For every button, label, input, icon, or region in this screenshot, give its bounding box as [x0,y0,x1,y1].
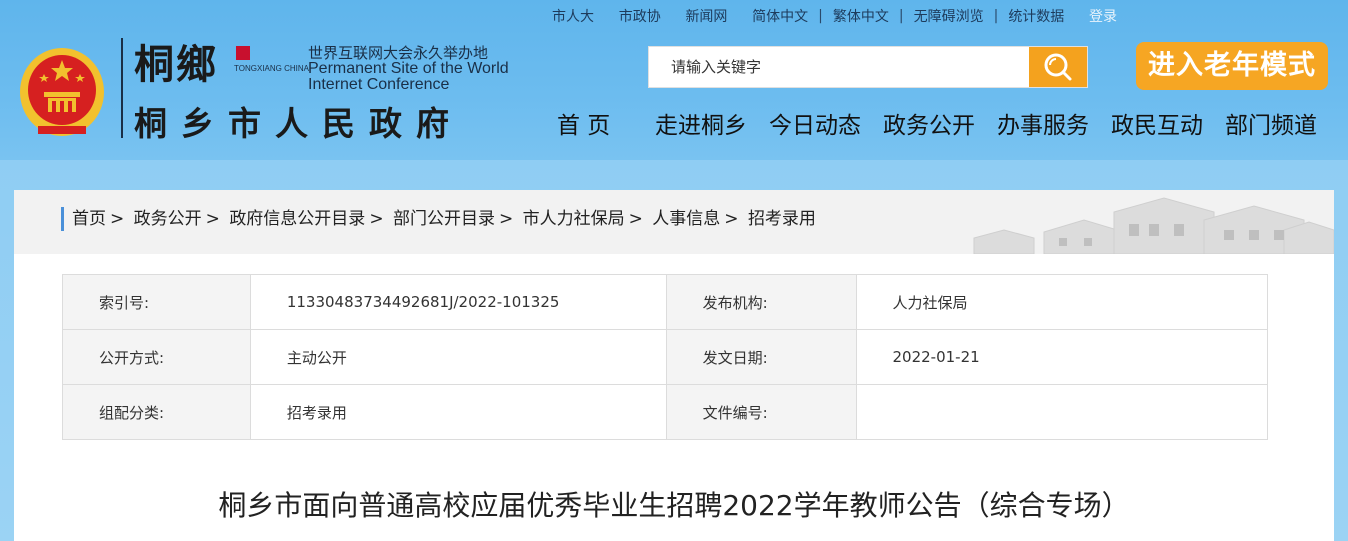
login-link[interactable]: 登录 [1089,6,1117,26]
search-input[interactable] [649,47,1029,87]
date-label: 发文日期: [665,329,857,385]
breadcrumb-dept-catalog[interactable]: 部门公开目录 [393,209,495,229]
breadcrumb-separator: > [498,209,514,229]
top-link-accessibility[interactable]: 无障碍浏览 [914,6,984,26]
nav-home[interactable]: 首 页 [557,110,610,142]
issuer-value: 人力社保局 [855,274,1268,330]
wic-tagline-en-1: Permanent Site of the World [308,60,509,77]
breadcrumb-personnel[interactable]: 人事信息 [652,209,720,229]
breadcrumb-recruitment[interactable]: 招考录用 [748,209,816,229]
nav-gov-open[interactable]: 政务公开 [883,110,975,142]
table-row: 公开方式: 主动公开 发文日期: 2022-01-21 [62,329,1268,385]
breadcrumb-accent [61,207,64,231]
breadcrumb-separator: > [205,209,220,229]
open-mode-label: 公开方式: [62,329,251,385]
search-button[interactable] [1029,47,1087,87]
index-no-label: 索引号: [62,274,251,330]
breadcrumb-hr-bureau[interactable]: 市人力社保局 [523,209,625,229]
breadcrumb-separator: > [724,209,739,229]
breadcrumb-gov-open[interactable]: 政务公开 [134,209,202,229]
national-emblem-icon [20,48,104,136]
town-scene-decoration [973,197,1334,254]
search-box [648,46,1088,88]
doc-no-value [855,384,1268,440]
tongxiang-brand-text: TONGXIANG CHINA [234,64,309,73]
top-link-simplified[interactable]: 简体中文 [752,6,808,26]
top-link-npc[interactable]: 市人大 [552,6,594,26]
table-row: 组配分类: 招考录用 文件编号: [62,384,1268,440]
document-metadata-table: 索引号: 11330483734492681J/2022-101325 发布机构… [62,274,1268,440]
tongxiang-seal-icon [236,46,250,60]
wic-tagline-en-2: Internet Conference [308,76,450,93]
wic-tagline: 世界互联网大会永久举办地 Permanent Site of the World… [308,45,509,93]
top-link-news[interactable]: 新闻网 [685,6,727,26]
index-no-value: 11330483734492681J/2022-101325 [249,274,667,330]
nav-services[interactable]: 办事服务 [997,110,1089,142]
breadcrumb-separator: > [110,209,125,229]
divider: | [818,8,823,24]
nav-news[interactable]: 今日动态 [769,110,861,142]
category-label: 组配分类: [62,384,251,440]
date-value: 2022-01-21 [855,329,1268,385]
breadcrumb-separator: > [628,209,643,229]
breadcrumb-home[interactable]: 首页 [72,209,106,229]
search-icon [1044,53,1072,81]
divider: | [993,8,999,24]
issuer-label: 发布机构: [665,274,857,330]
breadcrumb-catalog[interactable]: 政府信息公开目录 [229,209,365,229]
elder-mode-button[interactable]: 进入老年模式 [1136,42,1328,90]
doc-no-label: 文件编号: [665,384,857,440]
top-links: 市人大 | 市政协 | 新闻网 | 简体中文 | 繁体中文 | 无障碍浏览 | … [552,6,1117,26]
top-link-statistics[interactable]: 统计数据 [1008,6,1064,26]
breadcrumb-separator: > [369,209,384,229]
top-link-cppcc[interactable]: 市政协 [619,6,661,26]
table-row: 索引号: 11330483734492681J/2022-101325 发布机构… [62,274,1268,330]
nav-about[interactable]: 走进桐乡 [655,110,747,142]
content-panel: 首页 > 政务公开 > 政府信息公开目录 > 部门公开目录 > 市人力社保局 > 人事信息… [14,190,1334,541]
breadcrumb-bar: 首页 > 政务公开 > 政府信息公开目录 > 部门公开目录 > 市人力社保局 > 人事信息… [14,190,1334,254]
tongxiang-calligraphy: 桐鄉 [134,41,218,88]
site-name[interactable]: 桐乡市人民政府 [134,104,463,144]
category-value: 招考录用 [249,384,667,440]
article-title: 桐乡市面向普通高校应届优秀毕业生招聘2022学年教师公告（综合专场） [218,489,1130,522]
open-mode-value: 主动公开 [249,329,667,385]
divider: | [898,8,904,24]
breadcrumb: 首页 > 政务公开 > 政府信息公开目录 > 部门公开目录 > 市人力社保局 > 人事信息… [72,206,816,232]
wic-tagline-cn: 世界互联网大会永久举办地 [308,44,489,62]
site-header: 市人大 | 市政协 | 新闻网 | 简体中文 | 繁体中文 | 无障碍浏览 | … [0,0,1348,160]
logo-divider [121,38,123,138]
nav-interaction[interactable]: 政民互动 [1111,110,1203,142]
nav-departments[interactable]: 部门频道 [1225,110,1317,142]
top-link-traditional[interactable]: 繁体中文 [833,6,889,26]
